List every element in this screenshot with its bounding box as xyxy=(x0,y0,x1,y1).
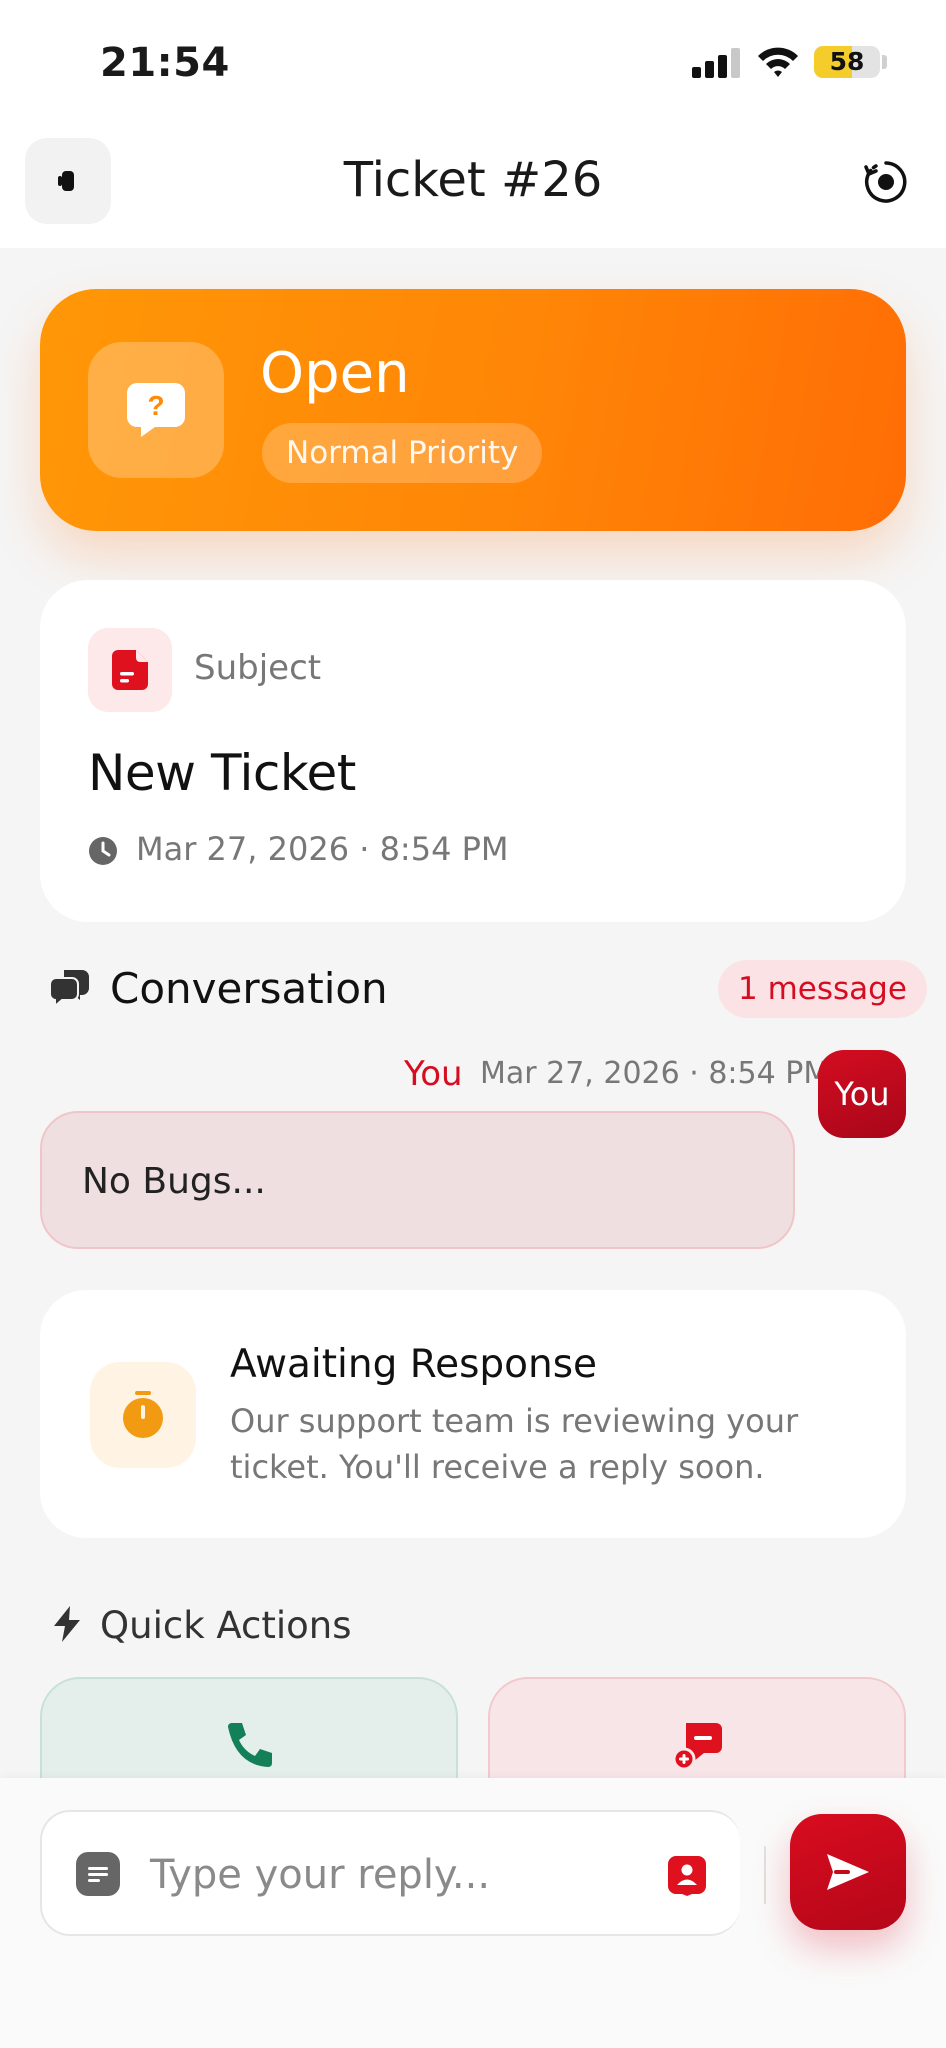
subject-card: Subject New Ticket Mar 27, 2026 · 8:54 P… xyxy=(40,580,906,922)
awaiting-response-card: Awaiting Response Our support team is re… xyxy=(40,1290,906,1538)
refresh-button[interactable] xyxy=(860,156,912,208)
message-sender: You xyxy=(404,1054,463,1094)
status-bar: 21:54 58 xyxy=(0,0,946,130)
divider xyxy=(764,1846,766,1904)
signal-icon xyxy=(692,48,740,78)
avatar: You xyxy=(818,1050,906,1138)
clock-icon xyxy=(89,837,117,865)
help-chat-icon: ? xyxy=(127,383,185,437)
ticket-status-card: ? Open Normal Priority xyxy=(40,289,906,531)
phone-icon xyxy=(228,1723,272,1767)
reply-bar: Type your reply... xyxy=(0,1778,946,2048)
lightning-icon xyxy=(54,1606,80,1642)
subject-icon-box xyxy=(88,628,172,712)
svg-text:?: ? xyxy=(147,390,164,421)
battery-cap xyxy=(882,55,887,69)
ticket-created-date: Mar 27, 2026 · 8:54 PM xyxy=(136,830,509,868)
attachment-icon[interactable] xyxy=(76,1852,120,1896)
message-remove-icon xyxy=(672,1723,722,1771)
wifi-icon xyxy=(758,47,798,77)
send-icon xyxy=(827,1854,869,1890)
quick-actions-title: Quick Actions xyxy=(100,1604,352,1647)
message-text: No Bugs... xyxy=(82,1161,266,1202)
chat-bubbles-icon xyxy=(50,970,89,1008)
contact-icon[interactable] xyxy=(668,1856,706,1896)
subject-label: Subject xyxy=(194,648,322,688)
battery-level: 58 xyxy=(829,47,865,76)
reply-placeholder: Type your reply... xyxy=(150,1852,491,1898)
document-icon xyxy=(112,650,148,690)
priority-badge: Normal Priority xyxy=(262,423,543,483)
timer-icon xyxy=(123,1391,163,1438)
message-count-badge: 1 message xyxy=(718,960,927,1018)
conversation-title: Conversation xyxy=(110,964,388,1013)
header: Ticket #26 xyxy=(0,130,946,248)
ticket-status: Open xyxy=(260,341,410,406)
status-time: 21:54 xyxy=(100,40,230,86)
awaiting-title: Awaiting Response xyxy=(230,1342,598,1387)
send-button[interactable] xyxy=(790,1814,906,1930)
status-icon-box: ? xyxy=(88,342,224,478)
timer-icon-box xyxy=(90,1362,196,1468)
battery-indicator: 58 xyxy=(814,46,880,78)
message-time: Mar 27, 2026 · 8:54 PM xyxy=(480,1056,830,1091)
reply-input[interactable]: Type your reply... xyxy=(40,1810,740,1936)
message-bubble[interactable]: No Bugs... xyxy=(40,1111,795,1249)
refresh-icon xyxy=(864,161,907,203)
ticket-subject: New Ticket xyxy=(88,744,356,802)
text-lines-icon xyxy=(88,1867,108,1882)
page-title: Ticket #26 xyxy=(343,152,603,208)
ticket-detail-screen: 21:54 58 Ticket #26 ? Open Normal Priori… xyxy=(0,0,946,2048)
awaiting-description: Our support team is reviewing your ticke… xyxy=(230,1402,799,1486)
